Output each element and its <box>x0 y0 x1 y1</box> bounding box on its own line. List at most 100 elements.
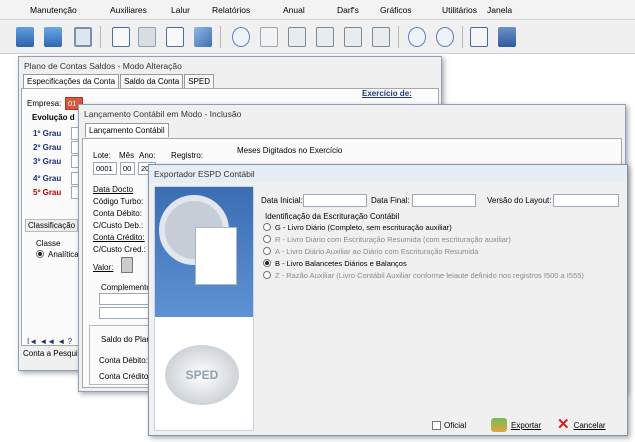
toolbar-separator <box>100 26 101 48</box>
menu-anual[interactable]: Anual <box>283 5 305 15</box>
document-edit-icon[interactable] <box>110 25 132 49</box>
complemento-field[interactable] <box>99 293 151 305</box>
empresa-label: Empresa: <box>27 99 62 108</box>
report-4-icon[interactable] <box>370 25 392 49</box>
grau-3-label: 3º Grau <box>33 157 62 166</box>
option-a-radio: A - Livro Diário Auxiliar ao Diário com … <box>263 247 478 256</box>
toolbar-separator <box>220 26 221 48</box>
ano-label: Ano: <box>139 151 156 160</box>
data-final-field[interactable] <box>412 194 476 207</box>
option-g-radio[interactable]: G - Livro Diário (Completo, sem escritur… <box>263 223 452 232</box>
percent-icon[interactable] <box>164 25 186 49</box>
classificacao-label: Classificação <box>25 219 79 232</box>
page-icon[interactable] <box>258 25 280 49</box>
data-inicial-label: Data Inicial: <box>261 196 303 205</box>
tab-saldo-da-conta[interactable]: Saldo da Conta <box>120 74 184 88</box>
classe-analitica-radio[interactable]: Analítica <box>36 250 79 259</box>
settings-graphic <box>155 187 253 317</box>
checkbox-icon <box>432 421 441 430</box>
record-navigator[interactable]: I◄ ◄◄ ◄ ? <box>27 337 72 346</box>
toolbar <box>0 20 635 54</box>
sped-logo: SPED <box>165 345 239 405</box>
exit-icon[interactable] <box>496 25 518 49</box>
calculator-icon[interactable] <box>121 257 133 273</box>
menu-lalur[interactable]: Lalur <box>171 5 190 15</box>
menu-janela[interactable]: Janela <box>487 5 512 15</box>
mes-label: Mês <box>119 151 135 160</box>
option-r-radio: R - Livro Diário com Escrituração Resumi… <box>263 235 511 244</box>
ccusto-deb-label: C/Custo Deb.: <box>93 221 144 230</box>
window-title: Lançamento Contábil em Modo - Inclusão <box>84 109 242 119</box>
grau-5-label: 5º Grau <box>33 188 62 197</box>
conta-credito-label: Conta Crédito: <box>93 233 145 242</box>
radio-icon <box>263 235 271 243</box>
menu-manutencao[interactable]: Manutenção <box>30 5 77 15</box>
conta-debito-label: Conta Débito: <box>93 209 142 218</box>
meses-label: Meses Digitados no Exercício <box>237 146 343 155</box>
exportador-window: Exportador ESPD Contábil SPED Data Inici… <box>148 164 628 436</box>
menu-darfs[interactable]: Darf's <box>337 5 359 15</box>
preview-2-icon[interactable] <box>434 25 456 49</box>
import-icon[interactable] <box>14 25 36 49</box>
toolbar-separator <box>398 26 399 48</box>
option-z-radio: Z - Razão Auxiliar (Livro Contábil Auxil… <box>263 271 584 280</box>
radio-icon <box>263 223 271 231</box>
versao-layout-field[interactable] <box>553 194 619 207</box>
identificacao-label: Identificação da Escrituração Contábil <box>265 212 400 221</box>
radio-icon <box>263 271 271 279</box>
complemento-field-2[interactable] <box>99 307 151 319</box>
grau-2-label: 2º Grau <box>33 143 62 152</box>
zoom-icon[interactable] <box>230 25 252 49</box>
tab-sped[interactable]: SPED <box>184 74 215 88</box>
option-b-radio[interactable]: B - Livro Balancetes Diários e Balanços <box>263 259 407 268</box>
ccusto-cred-label: C/Custo Cred.: <box>93 245 146 254</box>
tab-lancamento-contabil[interactable]: Lançamento Contábil <box>85 123 169 137</box>
data-inicial-field[interactable] <box>303 194 367 207</box>
close-icon: ✕ <box>557 416 570 433</box>
pencil-icon[interactable] <box>192 25 214 49</box>
menu-graficos[interactable]: Gráficos <box>380 5 412 15</box>
window-title: Plano de Contas Saldos - Modo Alteração <box>24 61 182 71</box>
calculator-icon[interactable] <box>136 25 158 49</box>
menu-auxiliares[interactable]: Auxiliares <box>110 5 147 15</box>
exportar-button[interactable]: Exportar <box>491 418 541 432</box>
evolucao-label: Evolução d <box>32 113 75 122</box>
data-docto-label: Data Docto <box>93 185 134 194</box>
grau-1-label: 1º Grau <box>33 129 62 138</box>
grau-4-label: 4º Grau <box>33 174 62 183</box>
toolbar-separator <box>462 26 463 48</box>
oficial-checkbox[interactable]: Oficial <box>432 421 466 430</box>
export-icon <box>491 418 507 432</box>
window-icon[interactable] <box>72 25 94 49</box>
valor-label: Valor: <box>93 263 114 272</box>
status-text: Conta a Pesquis <box>23 349 82 358</box>
checklist-icon <box>195 227 237 285</box>
radio-icon <box>263 259 271 267</box>
report-3-icon[interactable] <box>342 25 364 49</box>
cancelar-button[interactable]: ✕ Cancelar <box>557 416 606 433</box>
data-final-label: Data Final: <box>371 196 410 205</box>
menu-bar: Manutenção Auxiliares Lalur Relatórios A… <box>0 0 635 20</box>
mes-field[interactable]: 00 <box>120 162 135 175</box>
saldo-conta-credito-label: Conta Crédito: <box>99 372 151 381</box>
window-title: Exportador ESPD Contábil <box>149 165 627 183</box>
report-icon[interactable] <box>286 25 308 49</box>
lote-label: Lote: <box>93 151 111 160</box>
preview-icon[interactable] <box>406 25 428 49</box>
versao-layout-label: Versão do Layout: <box>487 196 552 205</box>
users-icon[interactable] <box>42 25 64 49</box>
registro-label: Registro: <box>171 151 204 160</box>
codigo-turbo-label: Código Turbo: <box>93 197 144 206</box>
exercicio-label: Exercício de: <box>362 89 412 98</box>
complemento-label: Complemento <box>101 283 151 292</box>
menu-relatorios[interactable]: Relatórios <box>212 5 250 15</box>
menu-utilitarios[interactable]: Utilitários <box>442 5 477 15</box>
classe-label: Classe <box>36 239 61 248</box>
saldo-conta-debito-label: Conta Débito: <box>99 356 148 365</box>
tab-especificacoes[interactable]: Especificações da Conta <box>23 74 120 88</box>
radio-icon <box>36 250 44 258</box>
report-2-icon[interactable] <box>314 25 336 49</box>
lote-field[interactable]: 0001 <box>93 162 117 175</box>
radio-icon <box>263 247 271 255</box>
book-icon[interactable] <box>468 25 490 49</box>
